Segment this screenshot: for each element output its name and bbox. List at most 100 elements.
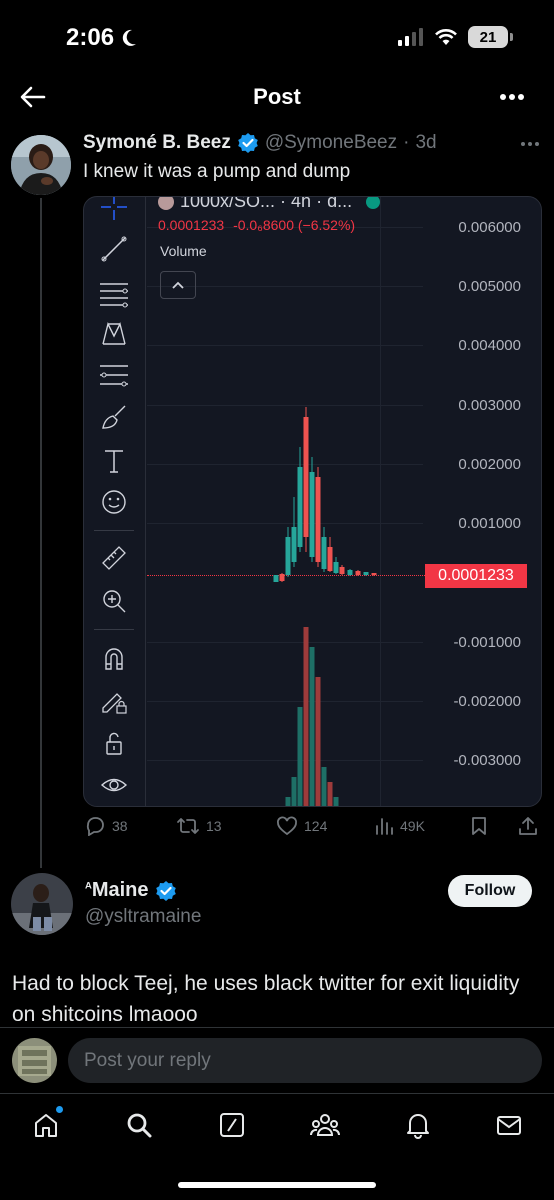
follow-button[interactable]: Follow: [448, 875, 532, 907]
divider: [0, 1093, 554, 1094]
home-indicator: [178, 1182, 376, 1188]
view-count: 49K: [400, 818, 425, 834]
candle-body: [363, 572, 369, 575]
tab-grok[interactable]: [217, 1110, 247, 1140]
notification-dot: [56, 1106, 63, 1113]
reply-input[interactable]: Post your reply: [68, 1038, 542, 1083]
forecast-icon: [96, 357, 132, 393]
tab-home[interactable]: [31, 1106, 63, 1140]
tweet-more-icon[interactable]: [520, 141, 540, 147]
price-axis-label: 0.002000: [458, 456, 521, 473]
communities-icon: [310, 1114, 340, 1136]
candle-body: [309, 472, 315, 557]
reply-author-handle[interactable]: @ysltramaine: [85, 906, 201, 928]
ruler-icon: [96, 540, 132, 576]
crosshair-icon: [96, 197, 132, 225]
price-axis-label: 0.005000: [458, 278, 521, 295]
reply-button[interactable]: 38: [84, 816, 128, 836]
like-count: 124: [304, 818, 328, 834]
price-change: 0.0001233 -0.0₆8600 (−6.52%): [158, 217, 355, 233]
repost-count: 13: [206, 818, 222, 834]
repost-button[interactable]: 13: [176, 816, 222, 836]
tab-search[interactable]: [124, 1110, 154, 1140]
eye-icon: [96, 767, 132, 803]
volume-bar: [285, 797, 291, 806]
candle-body: [327, 547, 333, 571]
fib-lines-icon: [96, 275, 132, 311]
volume-bar: [333, 797, 339, 806]
candle-body: [285, 537, 291, 575]
price-axis-label: -0.001000: [453, 634, 521, 651]
tweet-header: Symoné B. Beez @SymoneBeez · 3d: [83, 132, 437, 154]
candle-body: [273, 575, 279, 582]
tab-communities[interactable]: [310, 1110, 340, 1140]
price-axis-label: -0.003000: [453, 752, 521, 769]
post-age[interactable]: 3d: [415, 132, 436, 154]
magnet-icon: [96, 640, 132, 676]
my-avatar[interactable]: [12, 1038, 57, 1083]
candle-body: [315, 477, 321, 562]
author-handle[interactable]: @SymoneBeez: [265, 132, 397, 154]
avatar-image: [11, 873, 73, 935]
repost-icon: [177, 818, 199, 834]
page-title: Post: [253, 84, 301, 109]
home-icon: [35, 1114, 57, 1137]
tweet-text: I knew it was a pump and dump: [83, 161, 351, 182]
candle-body: [297, 467, 303, 547]
price-axis-label: 0.001000: [458, 515, 521, 532]
zoom-in-icon: [96, 583, 132, 619]
volume-bar: [309, 647, 315, 806]
chevron-up-icon: [172, 281, 184, 289]
tab-messages[interactable]: [494, 1110, 524, 1140]
avatar-ysltramaine[interactable]: [11, 873, 73, 935]
reply-icon: [86, 817, 104, 836]
battery-level: 21: [479, 28, 497, 46]
token-icon: [158, 197, 174, 210]
reply-text: Had to block Teej, he uses black twitter…: [12, 972, 520, 1026]
price-axis-label: -0.002000: [453, 693, 521, 710]
author-name[interactable]: Symoné B. Beez: [83, 132, 231, 154]
brush-icon: [96, 399, 132, 435]
price-axis-label: 0.004000: [458, 337, 521, 354]
chart-image[interactable]: 1000x/SO... · 4h · d... 0.0001233 -0.0₆8…: [83, 196, 542, 807]
share-icon: [519, 817, 537, 835]
candle-body: [321, 537, 327, 569]
avatar-image: [12, 1038, 57, 1083]
reply-author-name[interactable]: ᴬMaine: [85, 879, 149, 902]
drawing-toolbar: [84, 197, 146, 806]
more-options-icon[interactable]: [499, 93, 525, 101]
collapse-legend-button[interactable]: [160, 271, 196, 299]
bookmark-button[interactable]: [470, 816, 488, 836]
last-price: 0.0001233: [158, 217, 225, 233]
lock-drawings-icon: [96, 683, 132, 719]
verified-badge-icon: [155, 880, 176, 901]
symbol-text: 1000x/SO... · 4h · d...: [180, 196, 353, 211]
share-button[interactable]: [518, 816, 538, 836]
chart-symbol: 1000x/SO... · 4h · d...: [158, 196, 381, 212]
current-price-tag: 0.0001233: [425, 564, 527, 588]
avatar-symonebeez[interactable]: [11, 135, 71, 195]
candle-body: [355, 571, 361, 575]
avatar-image: [11, 135, 71, 195]
volume-bar: [327, 782, 333, 806]
tab-notifications[interactable]: [403, 1110, 433, 1140]
wifi-icon: [435, 29, 457, 45]
pattern-icon: [96, 315, 132, 351]
like-button[interactable]: 124: [276, 816, 327, 836]
reply-placeholder: Post your reply: [84, 1049, 211, 1071]
bookmark-icon: [472, 817, 486, 835]
volume-bar: [303, 627, 309, 806]
text-tool-icon: [96, 443, 132, 479]
name-prefix: ᴬ: [85, 879, 92, 895]
grid-line: [147, 345, 423, 346]
change-value: -0.0₆8600 (−6.52%): [233, 217, 356, 233]
candle-body: [371, 573, 377, 575]
signal-icon: [398, 28, 423, 46]
messages-icon: [497, 1116, 521, 1135]
divider: [0, 1027, 554, 1028]
heart-icon: [277, 816, 297, 836]
price-axis-label: 0.006000: [458, 219, 521, 236]
candle-body: [303, 417, 309, 537]
unlock-icon: [96, 725, 132, 761]
views-button[interactable]: 49K: [374, 816, 425, 836]
